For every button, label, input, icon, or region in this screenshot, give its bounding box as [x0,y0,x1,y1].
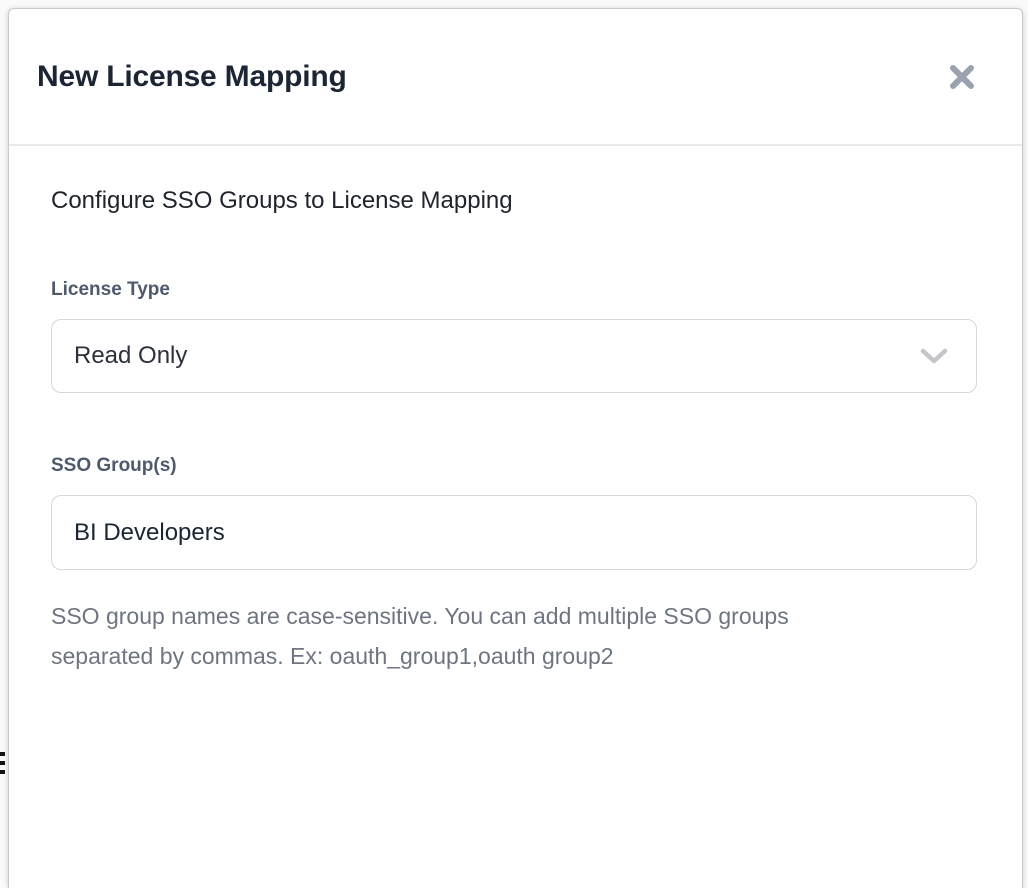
license-type-label: License Type [51,279,977,301]
sso-groups-input[interactable] [51,495,977,570]
sso-groups-help-text: SSO group names are case-sensitive. You … [51,596,896,676]
license-type-select[interactable]: Read Only [51,319,977,393]
license-type-selected-value: Read Only [74,342,187,370]
chevron-down-icon [920,347,948,365]
dialog-header: New License Mapping [9,9,1022,146]
x-icon [947,62,977,92]
section-heading: Configure SSO Groups to License Mapping [51,187,977,215]
hamburger-menu-icon [0,752,5,776]
new-license-mapping-dialog: New License Mapping Configure SSO Groups… [8,8,1023,888]
dialog-body: Configure SSO Groups to License Mapping … [9,187,1022,676]
dialog-title: New License Mapping [37,60,347,94]
close-button[interactable] [944,59,980,95]
sso-groups-label: SSO Group(s) [51,455,977,477]
